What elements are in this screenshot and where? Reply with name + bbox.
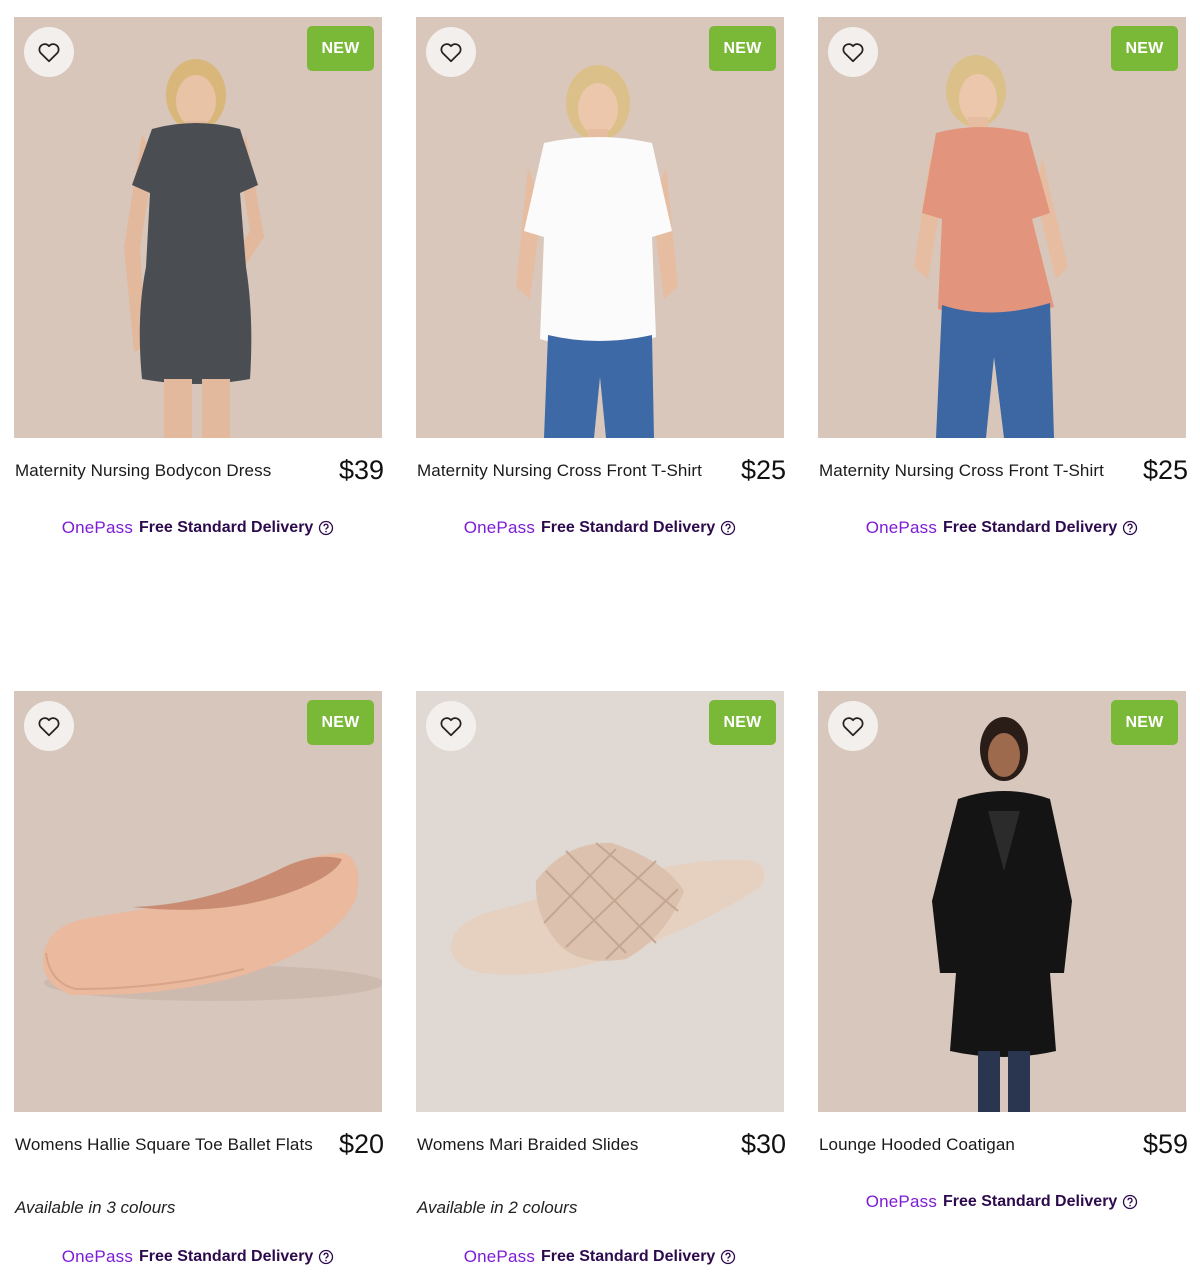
product-title[interactable]: Womens Hallie Square Toe Ballet Flats: [15, 1135, 313, 1155]
product-card[interactable]: NEW Maternity Nursing Cross Front T-Shir…: [416, 17, 786, 543]
heart-icon: [440, 43, 462, 63]
onepass-logo: OnePass: [463, 1247, 536, 1266]
onepass-delivery: OnePass Free Standard Delivery: [416, 1242, 784, 1272]
onepass-logo: OnePass: [61, 518, 134, 537]
product-title[interactable]: Maternity Nursing Cross Front T-Shirt: [819, 461, 1104, 481]
product-price: $59: [1142, 1129, 1188, 1159]
product-title[interactable]: Maternity Nursing Cross Front T-Shirt: [417, 461, 702, 481]
colours-available: Available in 2 colours: [417, 1198, 578, 1217]
wishlist-button[interactable]: [426, 27, 476, 77]
delivery-label: Free Standard Delivery: [541, 1248, 716, 1265]
heart-icon: [842, 717, 864, 737]
onepass-logo: OnePass: [865, 1192, 938, 1211]
product-photo: [818, 17, 1186, 438]
help-icon[interactable]: [720, 1249, 736, 1265]
onepass-logo: OnePass: [463, 518, 536, 537]
new-badge: NEW: [307, 700, 374, 745]
product-card[interactable]: NEW Womens Mari Braided Slides $30 Avail…: [416, 691, 786, 1272]
product-price: $30: [740, 1129, 786, 1159]
delivery-label: Free Standard Delivery: [139, 519, 314, 536]
product-photo: [416, 691, 784, 1112]
new-badge: NEW: [1111, 26, 1178, 71]
help-icon[interactable]: [1122, 520, 1138, 536]
heart-icon: [38, 717, 60, 737]
product-card[interactable]: NEW Maternity Nursing Bodycon Dress $39 …: [14, 17, 384, 543]
product-image[interactable]: NEW: [818, 691, 1186, 1112]
help-icon[interactable]: [318, 1249, 334, 1265]
wishlist-button[interactable]: [828, 701, 878, 751]
product-price: $20: [338, 1129, 384, 1159]
product-photo: [14, 17, 382, 438]
product-photo: [818, 691, 1186, 1112]
product-card[interactable]: NEW Lounge Hooded Coatigan $59 OnePass F…: [818, 691, 1188, 1217]
delivery-label: Free Standard Delivery: [541, 519, 716, 536]
product-card[interactable]: NEW Maternity Nursing Cross Front T-Shir…: [818, 17, 1188, 543]
new-badge: NEW: [709, 700, 776, 745]
onepass-delivery: OnePass Free Standard Delivery: [416, 513, 784, 543]
product-title[interactable]: Maternity Nursing Bodycon Dress: [15, 461, 271, 481]
heart-icon: [38, 43, 60, 63]
wishlist-button[interactable]: [24, 701, 74, 751]
help-icon[interactable]: [720, 520, 736, 536]
onepass-delivery: OnePass Free Standard Delivery: [14, 513, 382, 543]
onepass-logo: OnePass: [865, 518, 938, 537]
product-card[interactable]: NEW Womens Hallie Square Toe Ballet Flat…: [14, 691, 384, 1272]
new-badge: NEW: [1111, 700, 1178, 745]
product-price: $25: [1142, 455, 1188, 485]
onepass-delivery: OnePass Free Standard Delivery: [14, 1242, 382, 1272]
product-image[interactable]: NEW: [14, 17, 382, 438]
product-image[interactable]: NEW: [818, 17, 1186, 438]
product-image[interactable]: NEW: [416, 17, 784, 438]
product-title[interactable]: Lounge Hooded Coatigan: [819, 1135, 1015, 1155]
delivery-label: Free Standard Delivery: [943, 1193, 1118, 1210]
wishlist-button[interactable]: [24, 27, 74, 77]
colours-available: Available in 3 colours: [15, 1198, 176, 1217]
product-image[interactable]: NEW: [14, 691, 382, 1112]
help-icon[interactable]: [1122, 1194, 1138, 1210]
heart-icon: [842, 43, 864, 63]
product-photo: [14, 691, 382, 1112]
wishlist-button[interactable]: [426, 701, 476, 751]
delivery-label: Free Standard Delivery: [943, 519, 1118, 536]
help-icon[interactable]: [318, 520, 334, 536]
product-image[interactable]: NEW: [416, 691, 784, 1112]
new-badge: NEW: [307, 26, 374, 71]
product-price: $39: [338, 455, 384, 485]
onepass-logo: OnePass: [61, 1247, 134, 1266]
delivery-label: Free Standard Delivery: [139, 1248, 314, 1265]
onepass-delivery: OnePass Free Standard Delivery: [818, 1187, 1186, 1217]
product-price: $25: [740, 455, 786, 485]
product-photo: [416, 17, 784, 438]
new-badge: NEW: [709, 26, 776, 71]
product-title[interactable]: Womens Mari Braided Slides: [417, 1135, 638, 1155]
wishlist-button[interactable]: [828, 27, 878, 77]
heart-icon: [440, 717, 462, 737]
onepass-delivery: OnePass Free Standard Delivery: [818, 513, 1186, 543]
